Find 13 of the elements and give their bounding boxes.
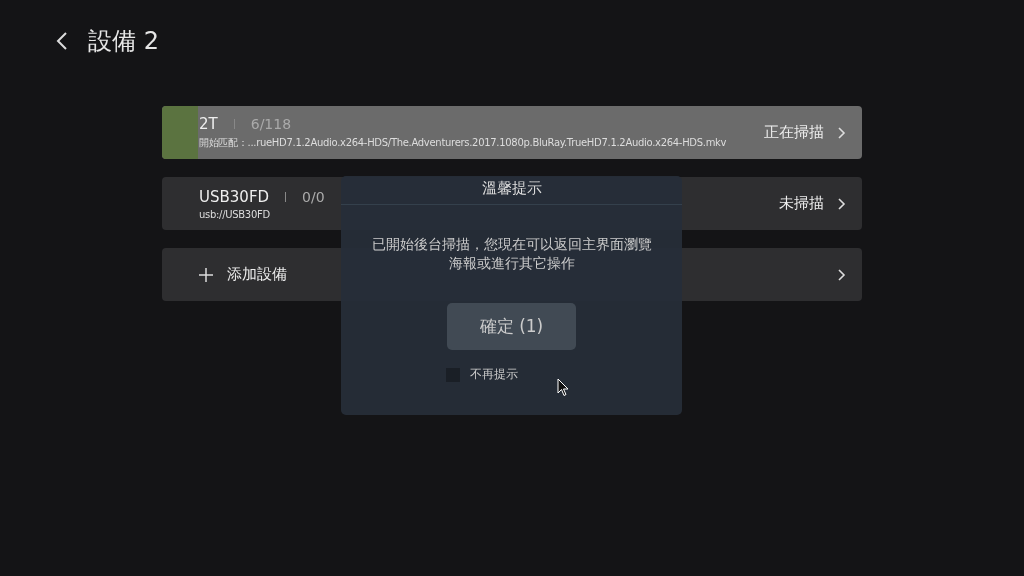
page-title: 設備 2 (88, 26, 159, 57)
device-name: USB30FD (199, 187, 270, 206)
scan-status: 正在掃描 (764, 123, 824, 142)
checkbox-label: 不再提示 (469, 366, 518, 383)
file-count: 0/0 (302, 188, 325, 205)
file-count: 6/118 (250, 116, 292, 132)
add-device-label: 添加設備 (227, 265, 287, 284)
scan-status: 未掃描 (779, 194, 824, 213)
device-detail: usb://USB30FD (199, 208, 271, 220)
dialog-title: 溫馨提示 (481, 179, 542, 198)
device-name: 2T (199, 115, 218, 133)
dialog-message: 已開始後台掃描，您現在可以返回主界面瀏覽海報或進行其它操作 (370, 235, 653, 273)
device-detail: 開始匹配：...rueHD7.1.2Audio.x264-HDS/The.Adventurers.2017.1080p.BluRay.TrueHD7.1.2Audio.x264-HDS.mkv (199, 136, 728, 150)
